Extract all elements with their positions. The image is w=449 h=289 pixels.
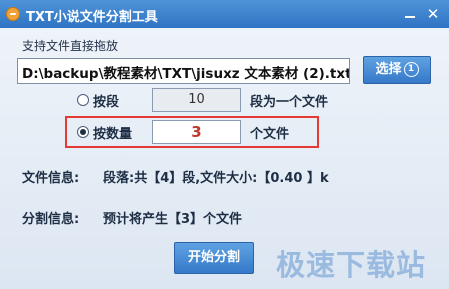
watermark-text: 极速下载站 — [276, 248, 427, 282]
file-info-label: 文件信息: — [22, 171, 80, 186]
start-split-button[interactable]: 开始分割 — [174, 242, 254, 274]
title-bar: TXT小说文件分割工具 ✕ — [0, 0, 449, 28]
radio-by-count[interactable] — [77, 126, 89, 138]
file-path-field[interactable]: D:\backup\教程素材\TXT\jisuxz 文本素材 (2).txt — [17, 58, 350, 84]
split-info-value: 预计将产生【3】个文件 — [103, 212, 243, 227]
close-button[interactable]: ✕ — [424, 5, 442, 23]
select-badge-icon: 1 — [403, 62, 419, 77]
file-count-input[interactable]: 3 — [152, 120, 241, 144]
minimize-button[interactable] — [401, 5, 419, 23]
app-logo-icon — [6, 7, 20, 21]
count-suffix-label: 个文件 — [250, 127, 290, 142]
window-title: TXT小说文件分割工具 — [26, 10, 158, 25]
select-button-label: 选择 — [375, 62, 402, 77]
drag-drop-hint: 支持文件直接拖放 — [22, 39, 119, 53]
paragraph-suffix-label: 段为一个文件 — [250, 95, 329, 110]
by-paragraph-label[interactable]: 按段 — [93, 91, 119, 110]
file-info-value: 段落:共【4】段,文件大小:【0.40 】k — [103, 171, 329, 186]
radio-by-paragraph[interactable] — [77, 94, 89, 106]
select-file-button[interactable]: 选择 1 — [363, 56, 431, 84]
main-panel: 支持文件直接拖放 D:\backup\教程素材\TXT\jisuxz 文本素材 … — [0, 28, 449, 289]
by-count-label[interactable]: 按数量 — [93, 123, 132, 142]
split-info-label: 分割信息: — [22, 212, 80, 227]
paragraph-count-input[interactable]: 10 — [152, 88, 241, 112]
